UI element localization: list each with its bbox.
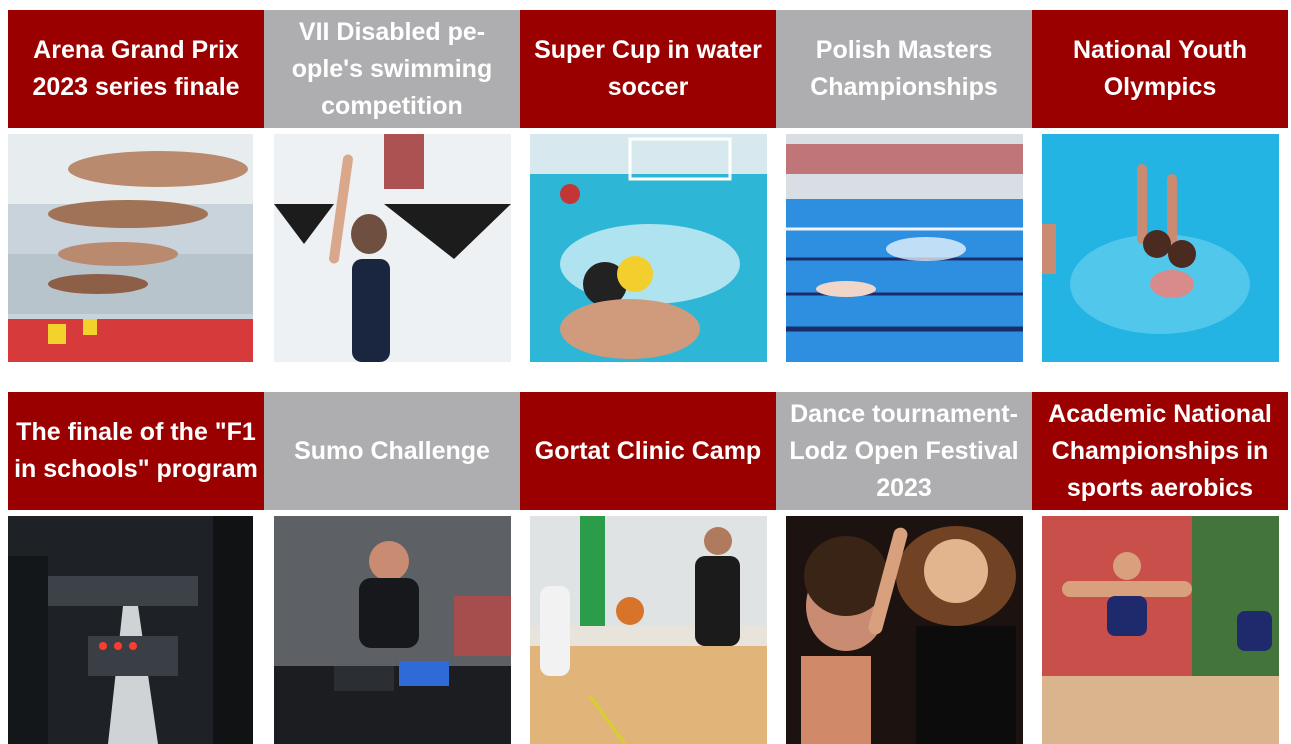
f1-track-photo[interactable] (8, 516, 253, 744)
event-title[interactable]: Sumo Challenge (264, 392, 520, 510)
event-title[interactable]: Dance tournament-Lodz Open Festival 2023 (776, 392, 1032, 510)
event-tile-disabled-swimming[interactable]: VII Disabled pe-ople's swimming competit… (264, 10, 520, 362)
basketball-camp-photo[interactable] (530, 516, 767, 744)
events-row-2: The finale of the "F1 in schools" progra… (8, 392, 1288, 744)
event-title[interactable]: The finale of the "F1 in schools" progra… (8, 392, 264, 510)
event-title[interactable]: Super Cup in water soccer (520, 10, 776, 128)
events-row-1: Arena Grand Prix 2023 series finale VII … (8, 10, 1288, 362)
synchronized-swimming-photo[interactable] (1042, 134, 1279, 362)
event-tile-polish-masters[interactable]: Polish Masters Championships (776, 10, 1032, 362)
event-tile-f1-in-schools[interactable]: The finale of the "F1 in schools" progra… (8, 392, 264, 744)
event-tile-gortat-clinic[interactable]: Gortat Clinic Camp (520, 392, 776, 744)
event-title[interactable]: VII Disabled pe-ople's swimming competit… (264, 10, 520, 128)
dance-couple-photo[interactable] (786, 516, 1023, 744)
event-title[interactable]: Academic National Championships in sport… (1032, 392, 1288, 510)
event-tile-sumo-challenge[interactable]: Sumo Challenge (264, 392, 520, 744)
sumo-robot-photo[interactable] (274, 516, 511, 744)
disabled-swimmer-photo[interactable] (274, 134, 511, 362)
event-tile-water-soccer[interactable]: Super Cup in water soccer (520, 10, 776, 362)
aerobics-photo[interactable] (1042, 516, 1279, 744)
event-tile-dance-tournament[interactable]: Dance tournament-Lodz Open Festival 2023 (776, 392, 1032, 744)
event-title[interactable]: Arena Grand Prix 2023 series finale (8, 10, 264, 128)
event-title[interactable]: National Youth Olympics (1032, 10, 1288, 128)
event-title[interactable]: Polish Masters Championships (776, 10, 1032, 128)
water-polo-photo[interactable] (530, 134, 767, 362)
masters-pool-photo[interactable] (786, 134, 1023, 362)
event-tile-youth-olympics[interactable]: National Youth Olympics (1032, 10, 1288, 362)
swimmers-diving-photo[interactable] (8, 134, 253, 362)
event-title[interactable]: Gortat Clinic Camp (520, 392, 776, 510)
event-tile-sports-aerobics[interactable]: Academic National Championships in sport… (1032, 392, 1288, 744)
event-tile-arena-grand-prix[interactable]: Arena Grand Prix 2023 series finale (8, 10, 264, 362)
